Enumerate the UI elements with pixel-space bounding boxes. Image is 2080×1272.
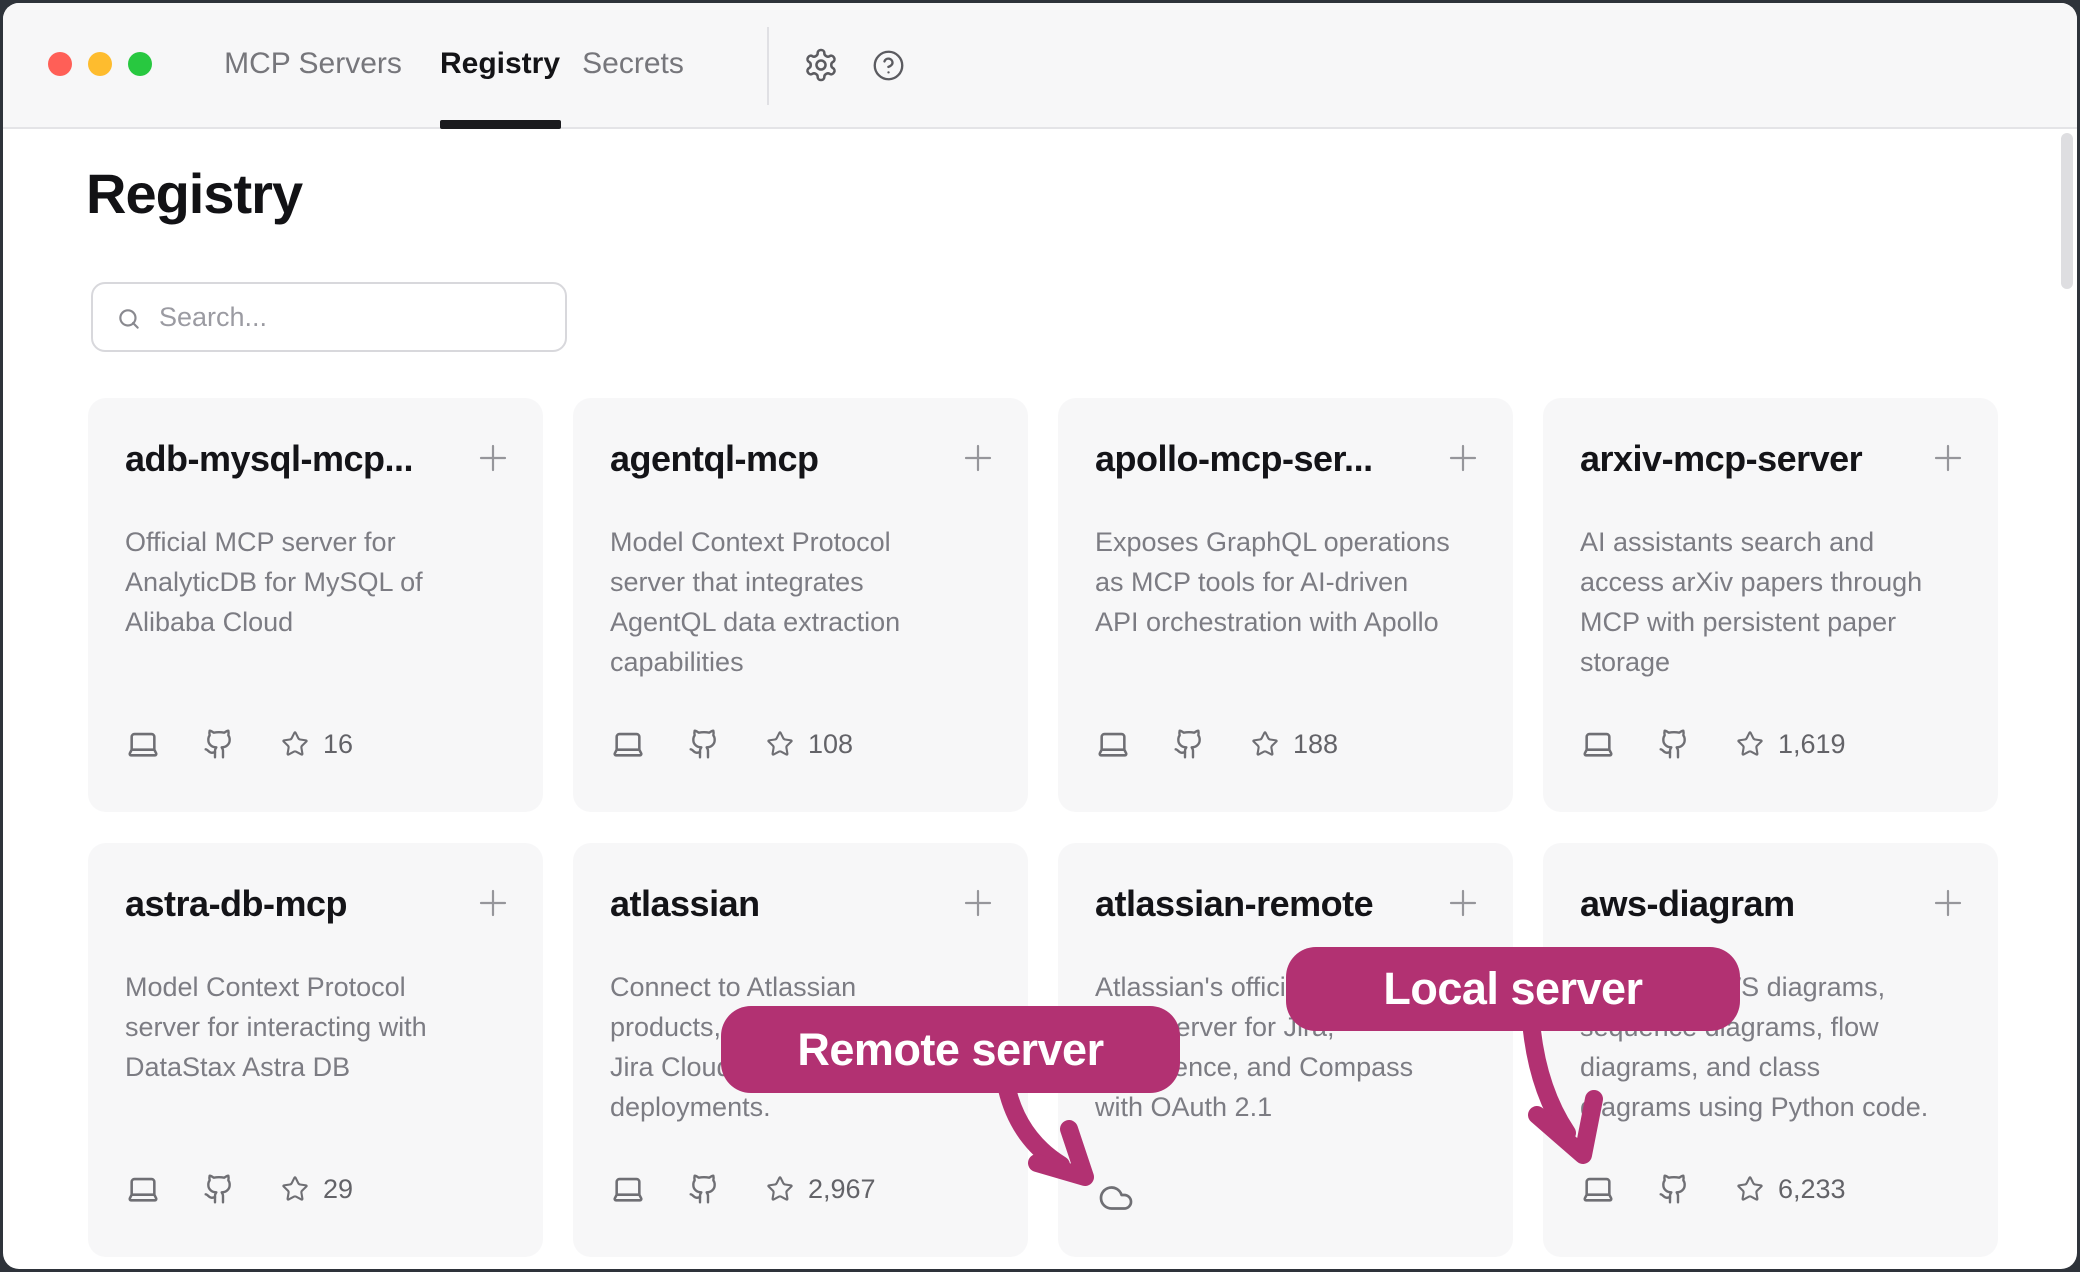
github-icon[interactable] [1658, 728, 1690, 760]
github-icon[interactable] [688, 728, 720, 760]
github-icon[interactable] [1658, 1173, 1690, 1205]
laptop-icon [1095, 727, 1131, 761]
active-tab-indicator [440, 120, 561, 129]
card-footer: 6,233 [1580, 1167, 1846, 1211]
add-server-button[interactable] [477, 442, 509, 474]
titlebar-divider [767, 27, 769, 105]
server-name: atlassian-remote [1095, 883, 1431, 925]
tab-registry[interactable]: Registry [440, 47, 560, 81]
laptop-icon [125, 1172, 161, 1206]
server-description: Exposes GraphQL operations as MCP tools … [1095, 522, 1485, 642]
add-server-button[interactable] [477, 887, 509, 919]
search-box [91, 282, 567, 352]
add-server-button[interactable] [962, 442, 994, 474]
add-server-button[interactable] [1932, 887, 1964, 919]
remote-server-callout: Remote server [721, 1006, 1180, 1093]
add-server-button[interactable] [962, 887, 994, 919]
laptop-icon [610, 1172, 646, 1206]
server-card[interactable]: aws-diagram Generate AWS diagrams, seque… [1543, 843, 1998, 1257]
settings-icon[interactable] [803, 47, 839, 88]
server-description: Model Context Protocol server for intera… [125, 967, 515, 1087]
star-count: 2,967 [808, 1174, 876, 1205]
server-name: arxiv-mcp-server [1580, 438, 1916, 480]
cloud-icon [1095, 1180, 1137, 1216]
github-icon[interactable] [203, 728, 235, 760]
server-name: apollo-mcp-ser... [1095, 438, 1431, 480]
server-card-grid: adb-mysql-mcp... Official MCP server for… [88, 398, 1998, 1257]
minimize-window-button[interactable] [88, 52, 112, 76]
laptop-icon [1580, 1172, 1616, 1206]
star-icon [1736, 1175, 1764, 1203]
server-description: Model Context Protocol server that integ… [610, 522, 1000, 682]
laptop-icon [610, 727, 646, 761]
star-icon [281, 730, 309, 758]
star-count: 16 [323, 729, 353, 760]
card-footer: 16 [125, 722, 353, 766]
card-footer: 188 [1095, 722, 1338, 766]
tab-mcp-servers[interactable]: MCP Servers [224, 47, 402, 81]
github-icon[interactable] [1173, 728, 1205, 760]
add-server-button[interactable] [1932, 442, 1964, 474]
laptop-icon [1580, 727, 1616, 761]
server-description: AI assistants search and access arXiv pa… [1580, 522, 1970, 682]
tab-secrets[interactable]: Secrets [582, 47, 684, 81]
help-icon[interactable] [872, 49, 905, 87]
card-footer: 2,967 [610, 1167, 876, 1211]
card-footer: 108 [610, 722, 853, 766]
star-count: 188 [1293, 729, 1338, 760]
github-icon[interactable] [688, 1173, 720, 1205]
add-server-button[interactable] [1447, 442, 1479, 474]
page-title: Registry [86, 161, 302, 226]
close-window-button[interactable] [48, 52, 72, 76]
laptop-icon [125, 727, 161, 761]
star-count: 6,233 [1778, 1174, 1846, 1205]
star-icon [766, 1175, 794, 1203]
card-footer: 1,619 [1580, 722, 1846, 766]
star-count: 29 [323, 1174, 353, 1205]
search-icon [116, 306, 142, 332]
server-name: astra-db-mcp [125, 883, 461, 925]
add-server-button[interactable] [1447, 887, 1479, 919]
server-card[interactable]: apollo-mcp-ser... Exposes GraphQL operat… [1058, 398, 1513, 812]
star-icon [281, 1175, 309, 1203]
star-icon [1251, 730, 1279, 758]
server-card[interactable]: agentql-mcp Model Context Protocol serve… [573, 398, 1028, 812]
server-description: Official MCP server for AnalyticDB for M… [125, 522, 515, 642]
server-name: adb-mysql-mcp... [125, 438, 461, 480]
server-card[interactable]: astra-db-mcp Model Context Protocol serv… [88, 843, 543, 1257]
github-icon[interactable] [203, 1173, 235, 1205]
server-card[interactable]: adb-mysql-mcp... Official MCP server for… [88, 398, 543, 812]
server-name: agentql-mcp [610, 438, 946, 480]
star-icon [1736, 730, 1764, 758]
server-name: atlassian [610, 883, 946, 925]
app-window: MCP Servers Registry Secrets Registry [3, 3, 2077, 1269]
card-footer [1095, 1167, 1137, 1211]
titlebar: MCP Servers Registry Secrets [3, 3, 2077, 129]
scrollbar-thumb[interactable] [2061, 133, 2073, 289]
server-card[interactable]: arxiv-mcp-server AI assistants search an… [1543, 398, 1998, 812]
star-icon [766, 730, 794, 758]
server-name: aws-diagram [1580, 883, 1916, 925]
local-server-callout: Local server [1286, 947, 1740, 1031]
search-input[interactable] [159, 284, 554, 350]
card-footer: 29 [125, 1167, 353, 1211]
star-count: 108 [808, 729, 853, 760]
star-count: 1,619 [1778, 729, 1846, 760]
zoom-window-button[interactable] [128, 52, 152, 76]
